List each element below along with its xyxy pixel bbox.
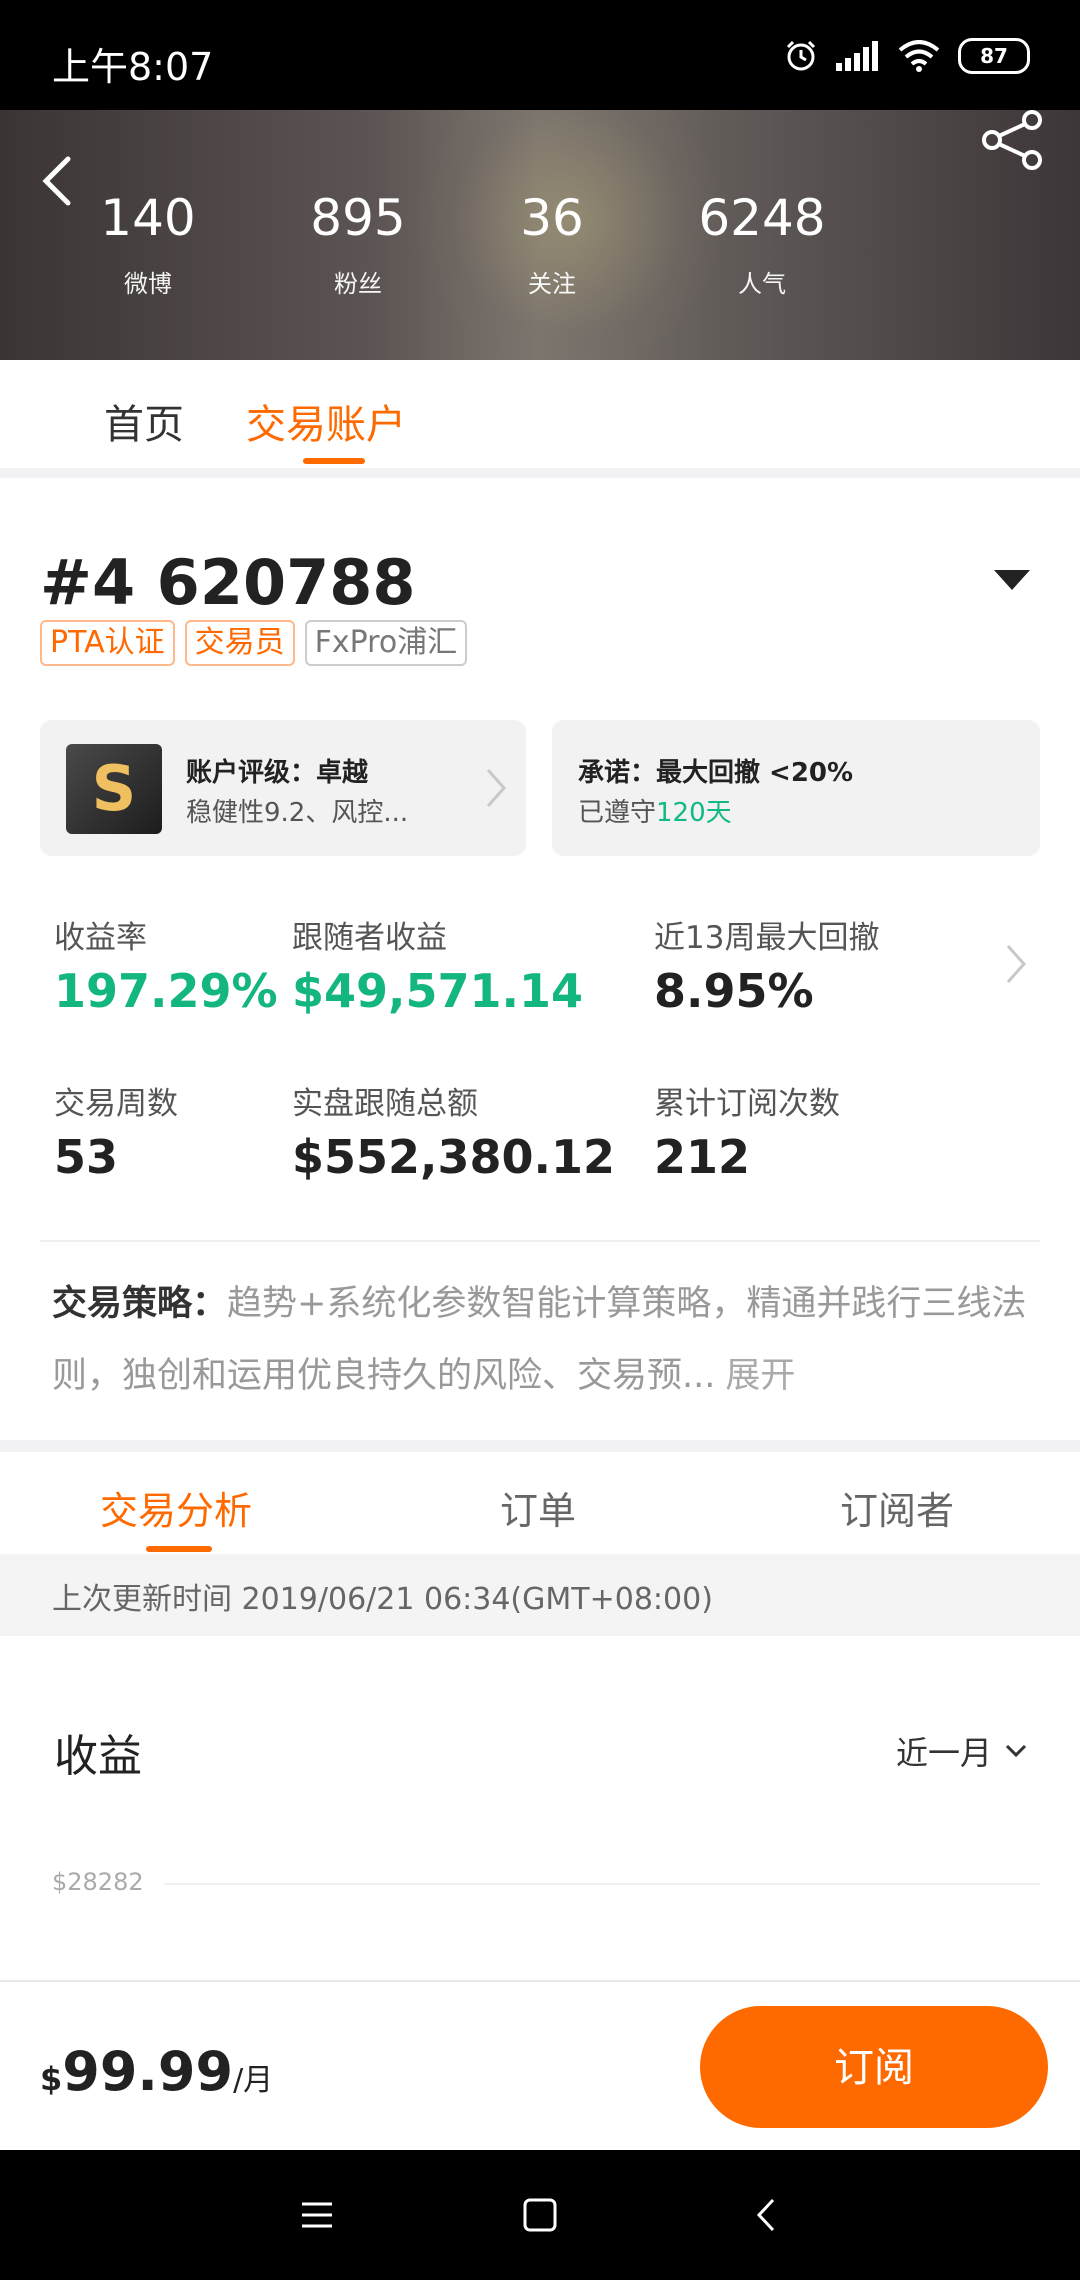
tag-pta: PTA认证: [40, 620, 175, 666]
status-icons: 87: [784, 36, 1030, 76]
tag-broker: FxPro浦汇: [304, 620, 468, 666]
subscription-count-label: 累计订阅次数: [654, 1086, 840, 1122]
tab-home[interactable]: 首页: [104, 392, 184, 450]
stat-following-value: 36: [520, 189, 584, 247]
analysis-tab-indicator: [146, 1546, 212, 1552]
analysis-tabs: 交易分析 订单 订阅者: [0, 1452, 1080, 1554]
tag-trader: 交易员: [184, 620, 295, 666]
return-rate-value: 197.29%: [54, 964, 278, 1018]
chevron-down-icon: [1005, 1744, 1027, 1758]
max-drawdown-label: 近13周最大回撤: [654, 920, 880, 956]
profit-chart-card: 收益 近一月 $28282: [0, 1636, 1080, 1980]
metrics-chevron-icon[interactable]: [1004, 942, 1028, 986]
divider: [40, 1240, 1040, 1242]
promise-box: 承诺：最大回撤 <20% 已遵守120天: [552, 720, 1040, 856]
wifi-icon: [898, 40, 940, 72]
alarm-icon: [786, 40, 816, 71]
price-amount: 99.99: [62, 2040, 234, 2103]
back-icon[interactable]: [30, 145, 90, 215]
subscribe-bar: $99.99/月 订阅: [0, 1980, 1080, 2150]
chart-title: 收益: [54, 1731, 142, 1782]
tab-subscribers[interactable]: 订阅者: [840, 1480, 954, 1535]
tab-trading-account[interactable]: 交易账户: [246, 392, 406, 450]
account-card: #4 620788 PTA认证 交易员 FxPro浦汇 S 账户评级：卓越 稳健…: [0, 478, 1080, 1440]
promise-title: 承诺：最大回撤 <20%: [578, 758, 854, 788]
chart-gridline: [164, 1883, 1040, 1885]
trading-weeks-value: 53: [54, 1130, 119, 1184]
rating-subtitle: 稳健性9.2、风控...: [186, 798, 409, 828]
promise-subtitle: 已遵守120天: [578, 792, 732, 829]
follow-total-value: $552,380.12: [292, 1130, 616, 1184]
update-bar: 上次更新时间 2019/06/21 06:34(GMT+08:00): [0, 1554, 1080, 1636]
system-nav-bar: [0, 2150, 1080, 2280]
follow-total-label: 实盘跟随总额: [292, 1086, 478, 1122]
chevron-right-icon: [486, 769, 507, 807]
menu-icon[interactable]: [292, 2190, 342, 2240]
y-axis-tick: $28282: [52, 1868, 144, 1896]
subscription-count-value: 212: [654, 1130, 751, 1184]
promise-days: 120天: [656, 798, 732, 828]
status-time: 上午8:07: [52, 45, 214, 89]
subscribe-button[interactable]: 订阅: [700, 2006, 1048, 2128]
stat-popularity[interactable]: 6248 人气: [692, 190, 832, 299]
expand-button[interactable]: 展开: [725, 1356, 795, 1396]
range-select-value: 近一月: [895, 1734, 992, 1772]
tab-orders[interactable]: 订单: [500, 1480, 576, 1535]
stat-following-label: 关注: [528, 270, 576, 298]
rating-box[interactable]: S 账户评级：卓越 稳健性9.2、风控...: [40, 720, 526, 856]
price: $99.99/月: [40, 2040, 273, 2103]
status-bar: 上午8:07 87: [0, 0, 1080, 110]
rating-badge: S: [66, 744, 162, 834]
stat-fans-value: 895: [310, 189, 406, 247]
follower-profit-value: $49,571.14: [292, 964, 584, 1018]
account-id: #4 620788: [40, 546, 416, 619]
price-currency: $: [40, 2060, 63, 2098]
max-drawdown-value: 8.95%: [654, 964, 814, 1018]
follower-profit-label: 跟随者收益: [292, 920, 447, 956]
battery-indicator: 87: [958, 38, 1030, 74]
profile-header: 140 微博 895 粉丝 36 关注 6248 人气: [0, 110, 1080, 360]
stat-weibo-value: 140: [100, 189, 196, 247]
stat-popularity-value: 6248: [698, 189, 826, 247]
strategy-label: 交易策略：: [52, 1284, 228, 1324]
profile-tabs: 首页 交易账户: [0, 360, 1080, 468]
stat-fans[interactable]: 895 粉丝: [308, 190, 408, 299]
account-tags: PTA认证 交易员 FxPro浦汇: [40, 620, 468, 666]
strategy-text: 交易策略：趋势+系统化参数智能计算策略，精通并践行三线法则，独创和运用优良持久的…: [52, 1268, 1028, 1412]
price-unit: /月: [233, 2063, 274, 2098]
return-rate-label: 收益率: [54, 920, 147, 956]
tab-active-indicator: [303, 458, 365, 464]
share-icon[interactable]: [978, 110, 1048, 170]
stat-following[interactable]: 36 关注: [502, 190, 602, 299]
stat-weibo-label: 微博: [124, 270, 172, 298]
stat-fans-label: 粉丝: [334, 270, 382, 298]
home-icon[interactable]: [515, 2190, 565, 2240]
last-update-text: 上次更新时间 2019/06/21 06:34(GMT+08:00): [52, 1582, 713, 1617]
stat-weibo[interactable]: 140 微博: [98, 190, 198, 299]
promise-prefix: 已遵守: [578, 798, 657, 828]
signal-icon: [836, 41, 878, 71]
stat-popularity-label: 人气: [738, 270, 786, 298]
nav-back-icon[interactable]: [742, 2190, 792, 2240]
tab-analysis[interactable]: 交易分析: [100, 1480, 252, 1535]
trading-weeks-label: 交易周数: [54, 1086, 178, 1122]
rating-title: 账户评级：卓越: [186, 758, 369, 788]
range-select[interactable]: 近一月: [896, 1728, 1028, 1774]
account-dropdown-icon[interactable]: [994, 570, 1030, 590]
